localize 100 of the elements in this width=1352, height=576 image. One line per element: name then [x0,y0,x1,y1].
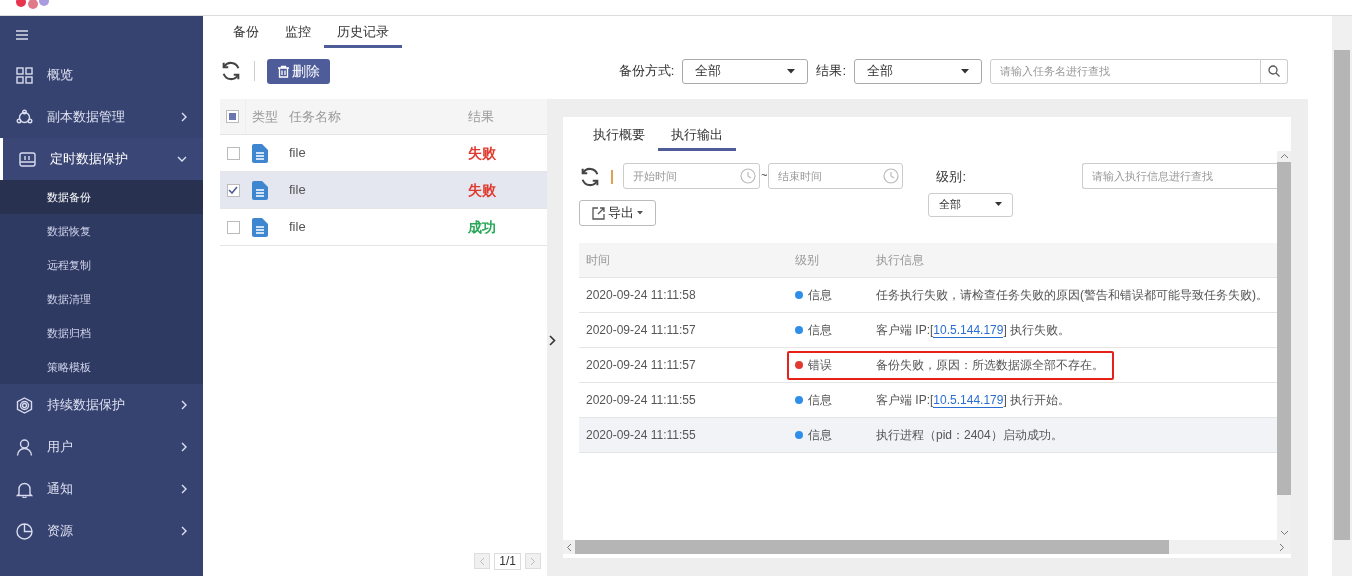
document-icon [252,143,268,163]
chevron-icon [181,442,187,452]
checkbox[interactable] [226,183,240,197]
sidebar-item[interactable]: 定时数据保护 [0,138,203,180]
table-cell-text: 2020-09-24 11:11:57 [585,357,697,374]
checkbox[interactable] [226,110,239,123]
table-cell-text: file [289,144,307,163]
pie-chart-icon [16,522,33,540]
level-text: 信息 [808,392,832,409]
submenu-item[interactable]: 策略模板 [0,350,203,384]
scroll-left-icon[interactable] [566,542,572,552]
search-field[interactable]: 请输入任务名进行查找 [990,58,1261,84]
start-time-field[interactable]: 开始时间 [623,163,760,189]
column-header: 执行信息 [876,252,925,269]
refresh-icon[interactable] [579,166,601,188]
scroll-down-icon[interactable] [1279,530,1289,536]
checkbox[interactable] [226,220,240,234]
search-button[interactable] [1261,58,1288,84]
level-text: 错误 [808,357,832,374]
user-icon [16,438,33,456]
tab[interactable]: 历史记录 [324,19,402,48]
sidebar-item[interactable]: 持续数据保护 [0,384,203,426]
message-text: 客户端 IP:[10.5.144.179] 执行失败。 [876,322,1072,339]
result-text: 失败 [468,143,496,163]
checkbox[interactable] [226,146,240,160]
table-cell-text: 2020-09-24 11:11:57 [585,322,697,339]
sidebar-item[interactable]: 通知 [0,468,203,510]
submenu-item[interactable]: 数据清理 [0,282,203,316]
submenu-item[interactable]: 数据恢复 [0,214,203,248]
level-text: 信息 [808,322,832,339]
sidebar-item[interactable]: 资源 [0,510,203,552]
tab[interactable]: 备份 [220,19,272,48]
chevron-right-icon [530,556,536,566]
table-cell-text: file [289,181,307,200]
column-header: 结果 [468,107,495,126]
delete-button[interactable]: 删除 [267,58,330,84]
export-button[interactable]: 导出 [579,200,656,226]
export-icon [592,206,605,220]
level-text: 信息 [808,427,832,444]
sidebar-item[interactable]: 用户 [0,426,203,468]
column-header: 类型 [251,107,279,126]
filter-dropdown[interactable]: 全部 [682,58,809,84]
grid-icon [16,66,33,84]
table-cell-text: 2020-09-24 11:11:55 [585,427,697,444]
level-text: 信息 [808,287,832,304]
tab[interactable]: 执行概要 [580,122,658,151]
chevron-icon [181,484,187,494]
scroll-up-icon[interactable] [1279,153,1289,159]
submenu-item[interactable]: 数据归档 [0,316,203,350]
filter-label: 结果: [816,62,846,81]
tab[interactable]: 执行输出 [658,122,736,151]
table-cell-text: 2020-09-24 11:11:55 [585,392,697,409]
range-separator: ~ [761,168,768,183]
chevron-left-icon [479,556,486,566]
sidebar-item[interactable]: 副本数据管理 [0,96,203,138]
clock-icon [740,168,756,184]
nodes-icon [16,108,33,126]
column-header: 级别 [794,252,820,269]
scrollbar[interactable] [1277,151,1291,540]
drive-icon [19,150,36,168]
bell-icon [16,480,33,498]
level-label: 级别: [936,168,967,186]
table-cell-text: 2020-09-24 11:11:58 [585,287,697,304]
sidebar-item[interactable]: 概览 [0,54,203,96]
table-cell-text: file [289,218,307,237]
clock-icon [883,168,900,184]
table-row[interactable]: file 失败 [220,172,547,209]
filter-dropdown[interactable]: 全部 [854,58,982,84]
refresh-icon[interactable] [220,60,242,82]
submenu-item[interactable]: 远程复制 [0,248,203,282]
caret-icon [787,68,796,74]
scroll-right-icon[interactable] [1279,542,1285,552]
caret-icon [637,211,643,215]
tab[interactable]: 监控 [272,19,324,48]
document-icon [252,180,268,200]
hexagon-icon [16,396,33,414]
table-row[interactable]: 2020-09-24 11:11:55 信息 执行进程（pid：2404）启动成功。 [579,418,1277,453]
message-text: 执行进程（pid：2404）启动成功。 [876,427,1064,444]
scrollbar[interactable] [1332,16,1352,576]
chevron-icon [181,112,187,122]
chevron-icon [177,156,187,162]
filter-label: 备份方式: [618,62,675,81]
page-indicator: 1/1 [494,552,521,570]
caret-icon [961,68,969,74]
trash-icon [277,64,290,78]
search-field[interactable]: 请输入执行信息进行查找 [1082,163,1277,189]
menu-icon[interactable] [16,30,28,40]
level-dropdown[interactable]: 全部 [928,192,1014,217]
end-time-field[interactable]: 结束时间 [768,163,904,189]
result-text: 成功 [468,217,496,237]
submenu-item[interactable]: 数据备份 [0,180,203,214]
result-text: 失败 [468,180,496,200]
column-header: 任务名称 [289,107,342,126]
chevron-icon [181,400,187,410]
table-row[interactable]: 2020-09-24 11:11:57 错误 备份失败，原因：所选数据源全部不存在。 [579,348,1277,383]
search-icon [1268,65,1280,77]
caret-icon [995,202,1003,207]
column-header: 时间 [585,252,611,269]
message-text: 任务执行失败，请检查任务失败的原因(警告和错误都可能导致任务失败)。 [876,287,1269,304]
message-text: 备份失败，原因：所选数据源全部不存在。 [876,357,1105,374]
